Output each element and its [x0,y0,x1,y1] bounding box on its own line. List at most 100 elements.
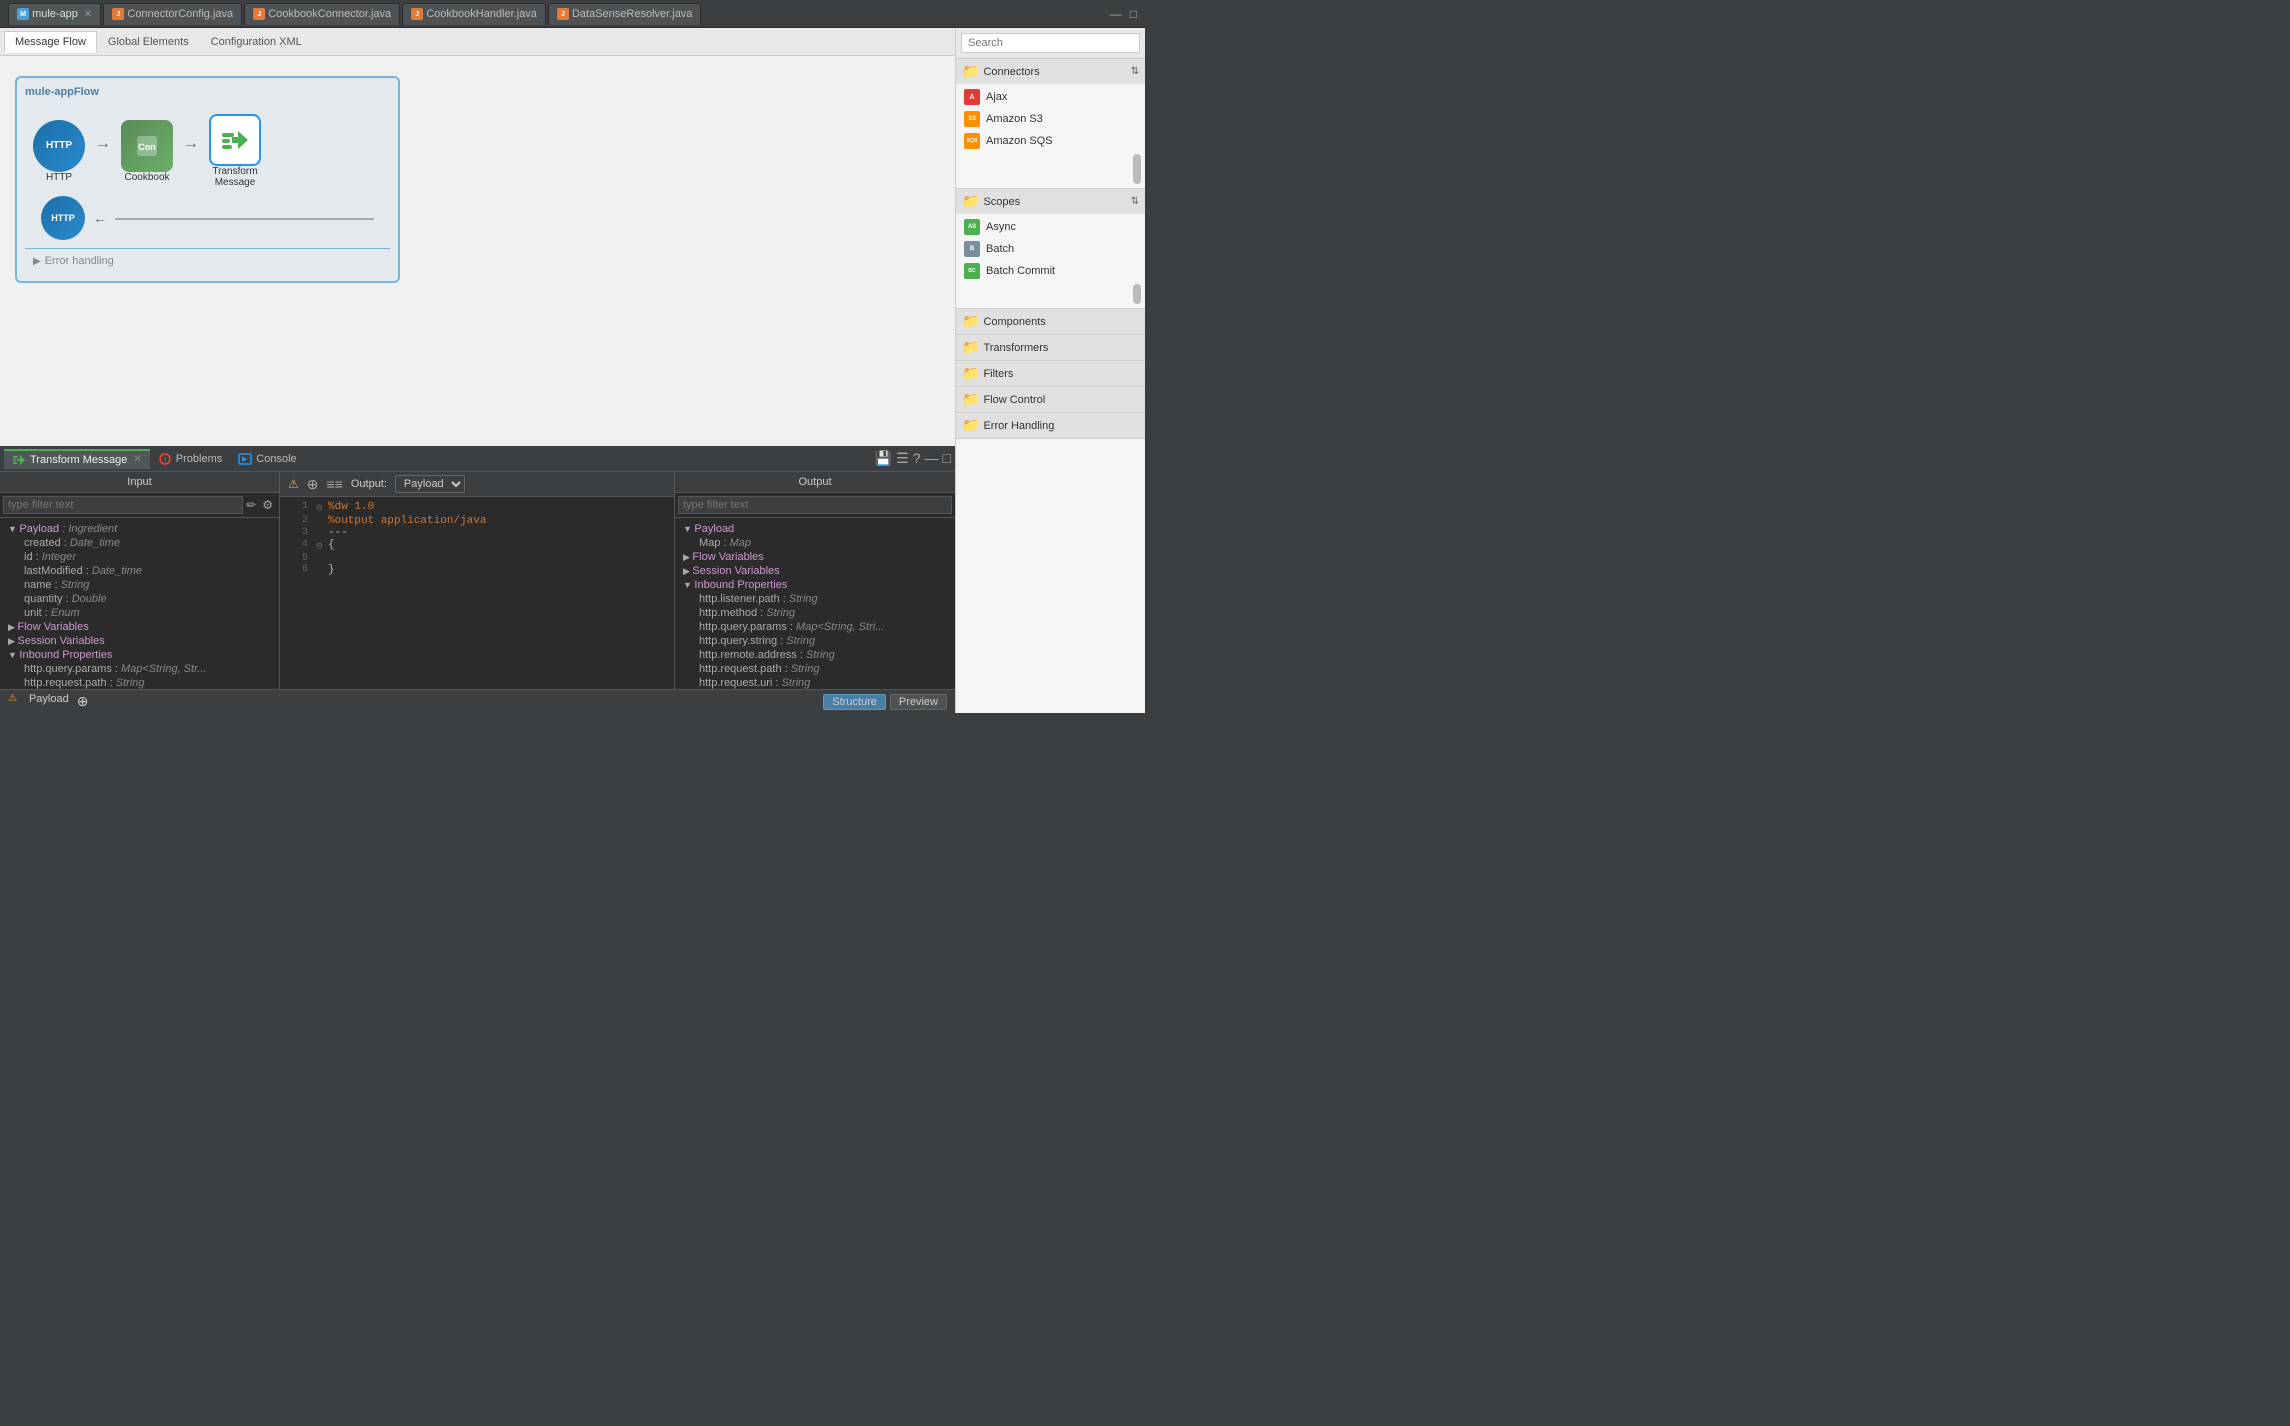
tree-unit[interactable]: unit : Enum [20,606,275,620]
output-select[interactable]: Payload [395,475,465,493]
sidebar-item-batch[interactable]: B Batch [956,238,1145,260]
list-toolbar-icon[interactable]: ☰ [896,450,909,467]
sidebar-item-amazons3[interactable]: S3 Amazon S3 [956,108,1145,130]
minimize-panel-icon[interactable]: — [925,450,939,467]
out-tree-map[interactable]: Map : Map [695,536,951,550]
out-remote-address[interactable]: http.remote.address : String [695,648,951,662]
out-inbound-props[interactable]: ▼ Inbound Properties [679,578,951,592]
save-toolbar-icon[interactable]: 💾 [875,450,892,467]
tab-cookbook-connector[interactable]: J CookbookConnector.java [244,3,400,25]
transform-tab-icon [12,453,26,467]
sidebar-search-input[interactable] [961,33,1140,53]
add-mapping-btn[interactable]: ⊕ [307,476,319,493]
flow-control-folder-icon: 📁 [962,391,979,408]
error-section[interactable]: ▶ Error handling [25,248,390,273]
out-tree-payload[interactable]: ▼ Payload [679,522,951,536]
batch-label: Batch [986,243,1014,255]
filters-header[interactable]: 📁 Filters [956,361,1145,386]
http-node[interactable]: HTTP HTTP [33,120,85,183]
code-editor[interactable]: 1 ⊖ %dw 1.0 2 %output application/java 3 [280,497,674,689]
input-edit-btn[interactable]: ✏ [243,497,259,513]
sidebar-item-async[interactable]: AS Async [956,216,1145,238]
svg-text:!: ! [164,457,166,464]
java-icon: J [411,8,423,20]
out-query-string[interactable]: http.query.string : String [695,634,951,648]
out-request-uri[interactable]: http.request.uri : String [695,676,951,689]
output-tree: ▼ Payload Map : Map ▶ Flow Variables [675,518,955,689]
out-query-params[interactable]: http.query.params : Map<String, Stri... [695,620,951,634]
add-payload-icon[interactable]: ⊕ [77,693,89,710]
java-icon: J [112,8,124,20]
transform-node[interactable]: TransformMessage [209,114,261,188]
tree-session-vars[interactable]: ▶ Session Variables [4,634,275,648]
tab-cookbook-handler[interactable]: J CookbookHandler.java [402,3,546,25]
maximize-button[interactable]: □ [1130,7,1137,21]
java-icon: J [557,8,569,20]
tree-name[interactable]: name : String [20,578,275,592]
collapse-1[interactable]: ⊖ [316,501,328,515]
output-search[interactable] [678,496,952,514]
transform-close-icon[interactable]: ✕ [133,454,141,465]
tab-problems[interactable]: ! Problems [150,450,230,468]
tab-global-elements[interactable]: Global Elements [97,31,200,53]
payload-collapse[interactable]: ▼ [8,524,19,534]
return-line [115,218,374,220]
tab-connector-config[interactable]: J ConnectorConfig.java [103,3,242,25]
out-request-path[interactable]: http.request.path : String [695,662,951,676]
tab-configuration-xml[interactable]: Configuration XML [200,31,313,53]
tree-lastmodified[interactable]: lastModified : Date_time [20,564,275,578]
help-toolbar-icon[interactable]: ? [913,450,921,467]
sidebar-item-batch-commit[interactable]: BC Batch Commit [956,260,1145,282]
transform-icon [209,114,261,166]
tab-datasense-resolver[interactable]: J DataSenseResolver.java [548,3,702,25]
out-session-vars[interactable]: ▶ Session Variables [679,564,951,578]
script-mode-btn[interactable]: ≡≡ [327,476,343,492]
tree-query-params[interactable]: http.query.params : Map<String, Str... [20,662,275,676]
tab-close-mule-app[interactable]: ✕ [84,9,92,20]
tree-created[interactable]: created : Date_time [20,536,275,550]
flow-control-header[interactable]: 📁 Flow Control [956,387,1145,412]
tab-console[interactable]: ▶ Console [230,450,304,468]
transformers-header[interactable]: 📁 Transformers [956,335,1145,360]
expand-icon: ▶ [33,256,41,267]
transform-tab-active[interactable]: Transform Message ✕ [4,449,150,469]
connectors-section: 📁 Connectors ⇅ A Ajax S3 Amazon S3 SQS [956,59,1145,189]
input-search[interactable] [3,496,243,514]
connectors-header[interactable]: 📁 Connectors ⇅ [956,59,1145,84]
tab-message-flow[interactable]: Message Flow [4,31,97,53]
collapse-4[interactable]: ⊖ [316,539,328,553]
http-out-icon: HTTP [41,196,85,240]
cookbook-node[interactable]: Con Cookbook [121,120,173,183]
structure-btn[interactable]: Structure [823,694,886,710]
out-listener-path[interactable]: http.listener.path : String [695,592,951,606]
error-handling-sidebar-label: Error Handling [983,420,1054,432]
tree-inbound-props[interactable]: ▼ Inbound Properties [4,648,275,662]
out-flow-vars[interactable]: ▶ Flow Variables [679,550,951,564]
sidebar-item-amazonsqs[interactable]: SQS Amazon SQS [956,130,1145,152]
tree-flow-vars[interactable]: ▶ Flow Variables [4,620,275,634]
components-header[interactable]: 📁 Components [956,309,1145,334]
scopes-scroll-thumb[interactable] [1133,284,1141,304]
preview-btn[interactable]: Preview [890,694,947,710]
components-section: 📁 Components [956,309,1145,335]
tab-mule-app[interactable]: M mule-app ✕ [8,3,101,25]
error-handling-header[interactable]: 📁 Error Handling [956,413,1145,438]
transformers-folder-icon: 📁 [962,339,979,356]
canvas-tab-bar: Message Flow Global Elements Configurati… [0,28,955,56]
tree-request-path[interactable]: http.request.path : String [20,676,275,689]
out-method[interactable]: http.method : String [695,606,951,620]
input-settings-btn[interactable]: ⚙ [259,497,276,513]
flow-control-label: Flow Control [983,394,1045,406]
output-panel-header: Output [675,472,955,493]
tree-payload[interactable]: ▼ Payload : Ingredient [4,522,275,536]
maximize-panel-icon[interactable]: □ [943,450,951,467]
scopes-header[interactable]: 📁 Scopes ⇅ [956,189,1145,214]
sidebar-item-ajax[interactable]: A Ajax [956,86,1145,108]
minimize-button[interactable]: — [1110,7,1122,21]
batch-commit-label: Batch Commit [986,265,1055,277]
http-out-node[interactable]: HTTP [41,196,85,240]
tree-quantity[interactable]: quantity : Double [20,592,275,606]
tree-id[interactable]: id : Integer [20,550,275,564]
connectors-scroll-thumb[interactable] [1133,154,1141,184]
components-label: Components [983,316,1045,328]
